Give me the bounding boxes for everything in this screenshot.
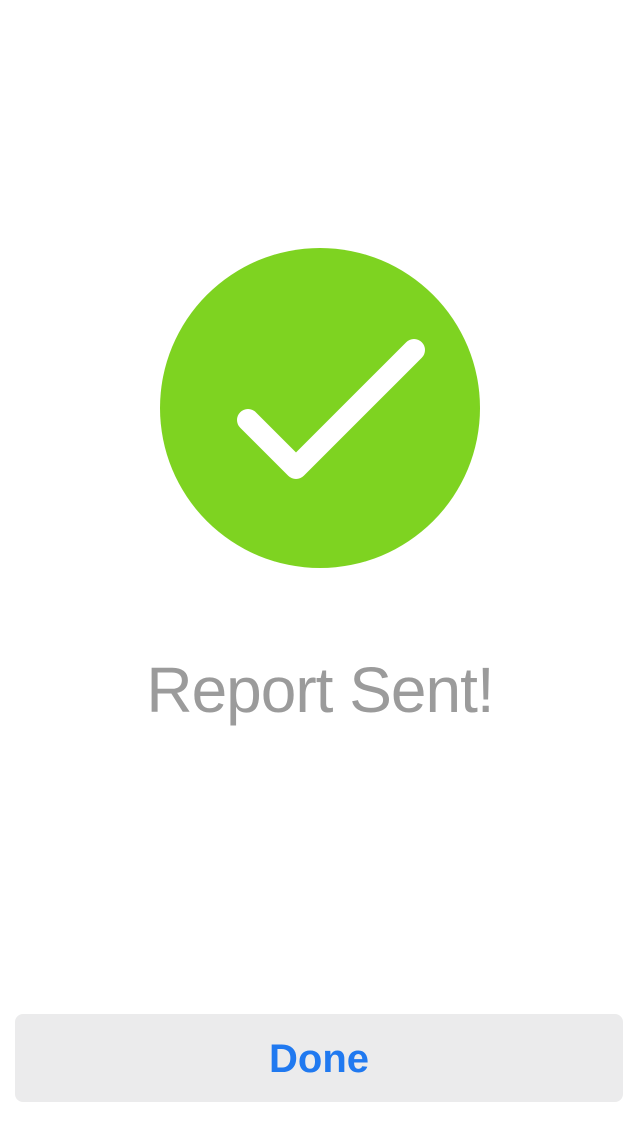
- done-button[interactable]: Done: [15, 1014, 623, 1102]
- status-title: Report Sent!: [146, 654, 494, 726]
- success-badge: [160, 248, 480, 568]
- checkmark-icon: [237, 339, 425, 479]
